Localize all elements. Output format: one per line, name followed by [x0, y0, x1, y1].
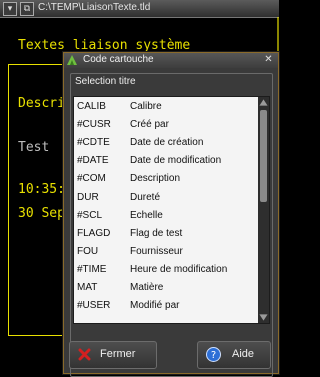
dialog-app-icon	[67, 55, 77, 65]
close-x-icon	[78, 348, 91, 361]
item-label: Matière	[130, 282, 164, 293]
item-code: #SCL	[77, 209, 103, 221]
scroll-thumb[interactable]	[260, 110, 267, 202]
help-button-label: Aide	[232, 348, 255, 360]
cad-line-2: Test	[18, 140, 50, 155]
list-item[interactable]: #USER Modifié par	[74, 298, 258, 314]
listbox-scrollbar[interactable]	[258, 97, 269, 323]
help-icon: ?	[206, 347, 221, 362]
selection-group: Selection titre CALIB Calibre #CUSR Créé pa…	[70, 73, 273, 377]
item-code: #CDTE	[77, 137, 110, 149]
list-item[interactable]: CALIB Calibre	[74, 99, 258, 115]
item-code: #DATE	[77, 155, 109, 167]
list-item[interactable]: #COM Description	[74, 171, 258, 187]
dialog-titlebar[interactable]: Code cartouche ✕	[64, 53, 278, 68]
list-item[interactable]: #CUSR Créé par	[74, 117, 258, 133]
background-window-title: C:\TEMP\LiaisonTexte.tld	[38, 2, 151, 13]
cad-line-4: 30 Sep	[18, 206, 65, 221]
list-item[interactable]: FOU Fournisseur	[74, 244, 258, 260]
svg-text:?: ?	[211, 350, 216, 361]
item-label: Flag de test	[130, 227, 183, 239]
item-code: FLAGD	[77, 227, 111, 239]
window-menu-icon[interactable]: ▾	[3, 2, 17, 16]
close-button[interactable]: Fermer	[69, 341, 157, 369]
item-label: Créé par	[130, 119, 169, 131]
item-code: DUR	[77, 191, 99, 203]
dialog-title: Code cartouche	[83, 54, 154, 65]
scroll-down-icon[interactable]	[259, 314, 268, 321]
list-item[interactable]: FLAGD Flag de test	[74, 226, 258, 242]
code-listbox[interactable]: CALIB Calibre #CUSR Créé par #CDTE Date de cr…	[73, 96, 270, 324]
item-label: Echelle	[130, 209, 163, 221]
close-icon[interactable]: ✕	[262, 54, 275, 66]
item-label: Date de modification	[130, 155, 222, 167]
list-item[interactable]: #CDTE Date de création	[74, 135, 258, 151]
cad-heading-text: Textes liaison système	[18, 38, 191, 53]
scroll-up-icon[interactable]	[259, 99, 268, 106]
item-code: #TIME	[77, 263, 107, 275]
close-button-label: Fermer	[100, 348, 136, 360]
item-code: #CUSR	[77, 119, 111, 131]
window-restore-icon[interactable]: ⧉	[20, 2, 34, 16]
item-code: FOU	[77, 245, 99, 257]
item-label: Dureté	[130, 191, 161, 203]
item-label: Date de création	[130, 137, 204, 149]
list-item[interactable]: DUR Dureté	[74, 190, 258, 206]
help-button[interactable]: ? Aide	[197, 341, 271, 369]
list-item[interactable]: #SCL Echelle	[74, 208, 258, 224]
item-code: #COM	[77, 173, 106, 185]
item-code: CALIB	[77, 101, 106, 112]
group-label: Selection titre	[75, 76, 136, 87]
item-label: Modifié par	[130, 300, 180, 312]
code-cartouche-dialog: Code cartouche ✕ Selection titre CALIB Ca…	[63, 52, 279, 377]
item-label: Calibre	[130, 101, 162, 112]
list-item[interactable]: #DATE Date de modification	[74, 153, 258, 169]
item-code: MAT	[77, 282, 98, 293]
item-label: Fournisseur	[130, 245, 183, 257]
item-label: Heure de modification	[130, 263, 228, 275]
item-label: Description	[130, 173, 181, 185]
item-code: #USER	[77, 300, 111, 312]
list-item[interactable]: #TIME Heure de modification	[74, 262, 258, 278]
list-item[interactable]: MAT Matière	[74, 280, 258, 296]
background-titlebar: ▾ ⧉ C:\TEMP\LiaisonTexte.tld	[0, 0, 279, 18]
